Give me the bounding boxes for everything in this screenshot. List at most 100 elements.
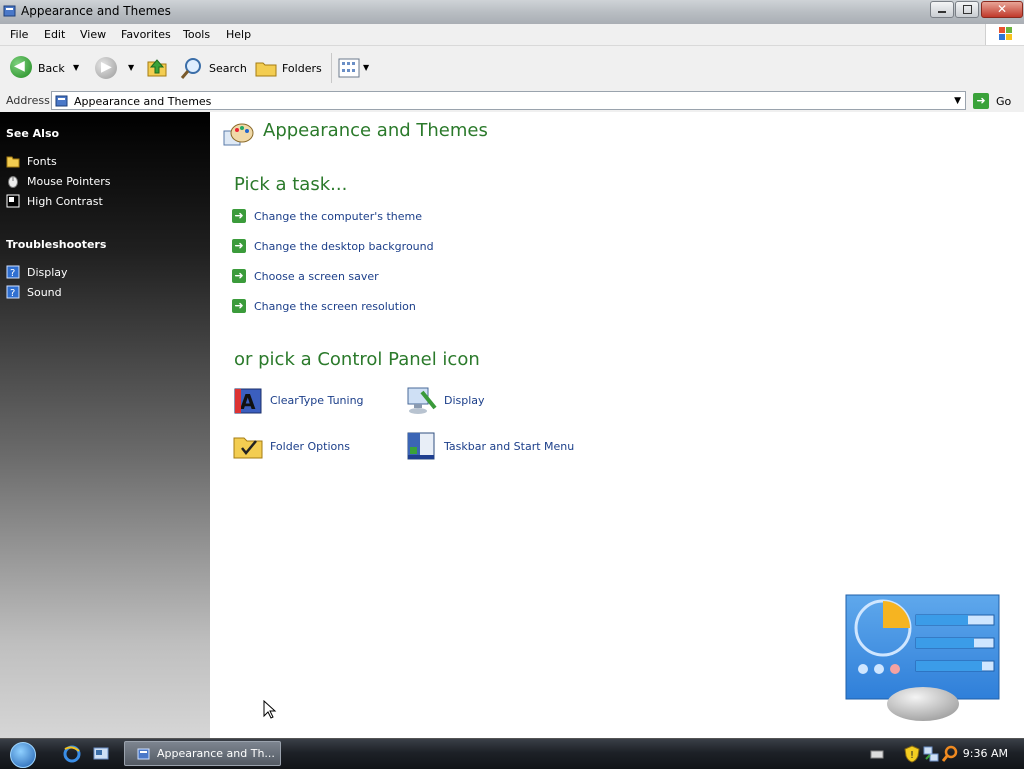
up-folder-icon[interactable]	[145, 56, 169, 80]
back-label: Back	[38, 62, 65, 75]
sidebar-item-fonts[interactable]: Fonts	[6, 153, 57, 169]
folders-label: Folders	[282, 62, 322, 75]
help-icon: ?	[6, 265, 20, 279]
svg-text:?: ?	[10, 288, 15, 299]
folder-icon	[6, 156, 20, 168]
menu-file[interactable]: File	[10, 28, 28, 41]
display-icon	[407, 387, 437, 414]
cp-icon-label: Taskbar and Start Menu	[444, 439, 575, 453]
address-dropdown-icon[interactable]: ▼	[954, 96, 961, 106]
menu-help[interactable]: Help	[226, 28, 251, 41]
search-button[interactable]: Search	[180, 55, 250, 81]
mouse-icon	[8, 176, 18, 188]
address-bar: Address Appearance and Themes ▼ ➜ Go	[0, 90, 1024, 113]
start-button[interactable]	[4, 741, 42, 768]
folders-button[interactable]: Folders	[254, 55, 328, 81]
sidebar-item-label: Sound	[27, 285, 62, 299]
network-icon[interactable]	[923, 745, 939, 763]
go-arrow-icon: ➜	[973, 93, 989, 109]
address-input[interactable]: Appearance and Themes ▼	[51, 91, 966, 110]
help-icon: ?	[6, 285, 20, 299]
cp-icon-taskbar-start-menu[interactable]: Taskbar and Start Menu	[406, 430, 574, 462]
back-arrow-icon: ◀	[10, 56, 32, 78]
taskbar-window-label: Appearance and Th...	[157, 747, 275, 760]
back-button[interactable]: ◀ Back	[8, 55, 68, 79]
see-also-heading: See Also	[6, 127, 60, 140]
sidebar-item-display[interactable]: ? Display	[6, 264, 68, 280]
task-label: Change the computer's theme	[254, 209, 422, 223]
search-label: Search	[209, 62, 247, 75]
menu-favorites[interactable]: Favorites	[121, 28, 171, 41]
control-panel-icon	[137, 748, 150, 759]
menu-view[interactable]: View	[80, 28, 106, 41]
page-title: Appearance and Themes	[263, 120, 488, 141]
windows-logo	[985, 24, 1024, 45]
minimize-button[interactable]	[930, 1, 954, 18]
task-link-screen-resolution[interactable]: ➜ Change the screen resolution	[232, 298, 416, 314]
main-content: Appearance and Themes Pick a task... ➜ C…	[210, 112, 1024, 738]
menu-bar: File Edit View Favorites Tools Help	[0, 24, 1024, 46]
search-icon	[180, 58, 201, 79]
cp-icon-label: ClearType Tuning	[270, 393, 364, 407]
restore-button[interactable]	[955, 1, 979, 18]
clock[interactable]: 9:36 AM	[963, 747, 1008, 760]
search-tray-icon[interactable]	[942, 745, 958, 763]
sidebar-item-mouse-pointers[interactable]: Mouse Pointers	[6, 173, 111, 189]
cp-icon-label: Folder Options	[270, 439, 350, 453]
folder-options-icon	[233, 437, 263, 459]
appearance-themes-icon	[223, 123, 254, 146]
sidebar-item-label: Display	[27, 265, 68, 279]
menu-tools[interactable]: Tools	[183, 28, 210, 41]
folders-icon	[255, 62, 277, 77]
close-icon: ✕	[997, 2, 1008, 16]
show-desktop-icon[interactable]	[92, 745, 110, 763]
views-icon[interactable]	[338, 58, 360, 78]
sidebar-item-high-contrast[interactable]: High Contrast	[6, 193, 103, 209]
title-bar: Appearance and Themes ✕	[0, 0, 1024, 25]
svg-text:A: A	[240, 390, 256, 414]
go-button[interactable]: ➜ Go	[970, 91, 1020, 111]
cp-icon-display[interactable]: Display	[406, 384, 485, 416]
cp-icon-label: Display	[444, 393, 485, 407]
sidebar-item-label: Mouse Pointers	[27, 174, 111, 188]
security-shield-icon[interactable]: !	[904, 745, 920, 763]
green-arrow-icon: ➜	[232, 209, 246, 223]
sidebar: See Also Fonts Mouse Pointers High Contr…	[0, 112, 210, 738]
menu-edit[interactable]: Edit	[44, 28, 65, 41]
address-label: Address	[6, 94, 50, 107]
forward-dropdown-icon[interactable]: ▼	[128, 63, 134, 72]
keyboard-icon[interactable]	[870, 748, 884, 760]
svg-text:!: !	[910, 750, 914, 761]
svg-text:?: ?	[10, 268, 15, 279]
window-title: Appearance and Themes	[21, 4, 171, 18]
control-panel-icon	[3, 5, 16, 17]
task-link-change-theme[interactable]: ➜ Change the computer's theme	[232, 208, 422, 224]
mouse-cursor-icon	[263, 700, 277, 719]
control-panel-illustration	[845, 594, 1000, 721]
cp-icon-cleartype[interactable]: A ClearType Tuning	[232, 384, 364, 416]
green-arrow-icon: ➜	[232, 239, 246, 253]
pick-task-heading: Pick a task...	[234, 174, 348, 195]
forward-arrow-icon: ▶	[101, 59, 112, 75]
internet-explorer-icon[interactable]	[63, 745, 81, 763]
taskbar-icon	[407, 432, 435, 460]
task-link-desktop-background[interactable]: ➜ Change the desktop background	[232, 238, 434, 254]
task-link-screen-saver[interactable]: ➜ Choose a screen saver	[232, 268, 379, 284]
views-dropdown-icon[interactable]: ▼	[363, 63, 369, 72]
green-arrow-icon: ➜	[232, 269, 246, 283]
task-label: Change the desktop background	[254, 239, 434, 253]
cp-icon-folder-options[interactable]: Folder Options	[232, 430, 350, 462]
taskbar-window-button[interactable]: Appearance and Th...	[124, 741, 281, 766]
sidebar-item-sound[interactable]: ? Sound	[6, 284, 62, 300]
troubleshooters-heading: Troubleshooters	[6, 238, 107, 251]
toolbar-separator	[331, 53, 332, 83]
task-label: Choose a screen saver	[254, 269, 379, 283]
sidebar-item-label: Fonts	[27, 154, 57, 168]
close-button[interactable]: ✕	[981, 1, 1023, 18]
forward-button[interactable]: ▶	[95, 57, 117, 79]
go-label: Go	[996, 95, 1012, 108]
green-arrow-icon: ➜	[232, 299, 246, 313]
cleartype-icon: A	[234, 388, 262, 414]
back-dropdown-icon[interactable]: ▼	[73, 63, 79, 72]
contrast-icon	[6, 194, 20, 208]
